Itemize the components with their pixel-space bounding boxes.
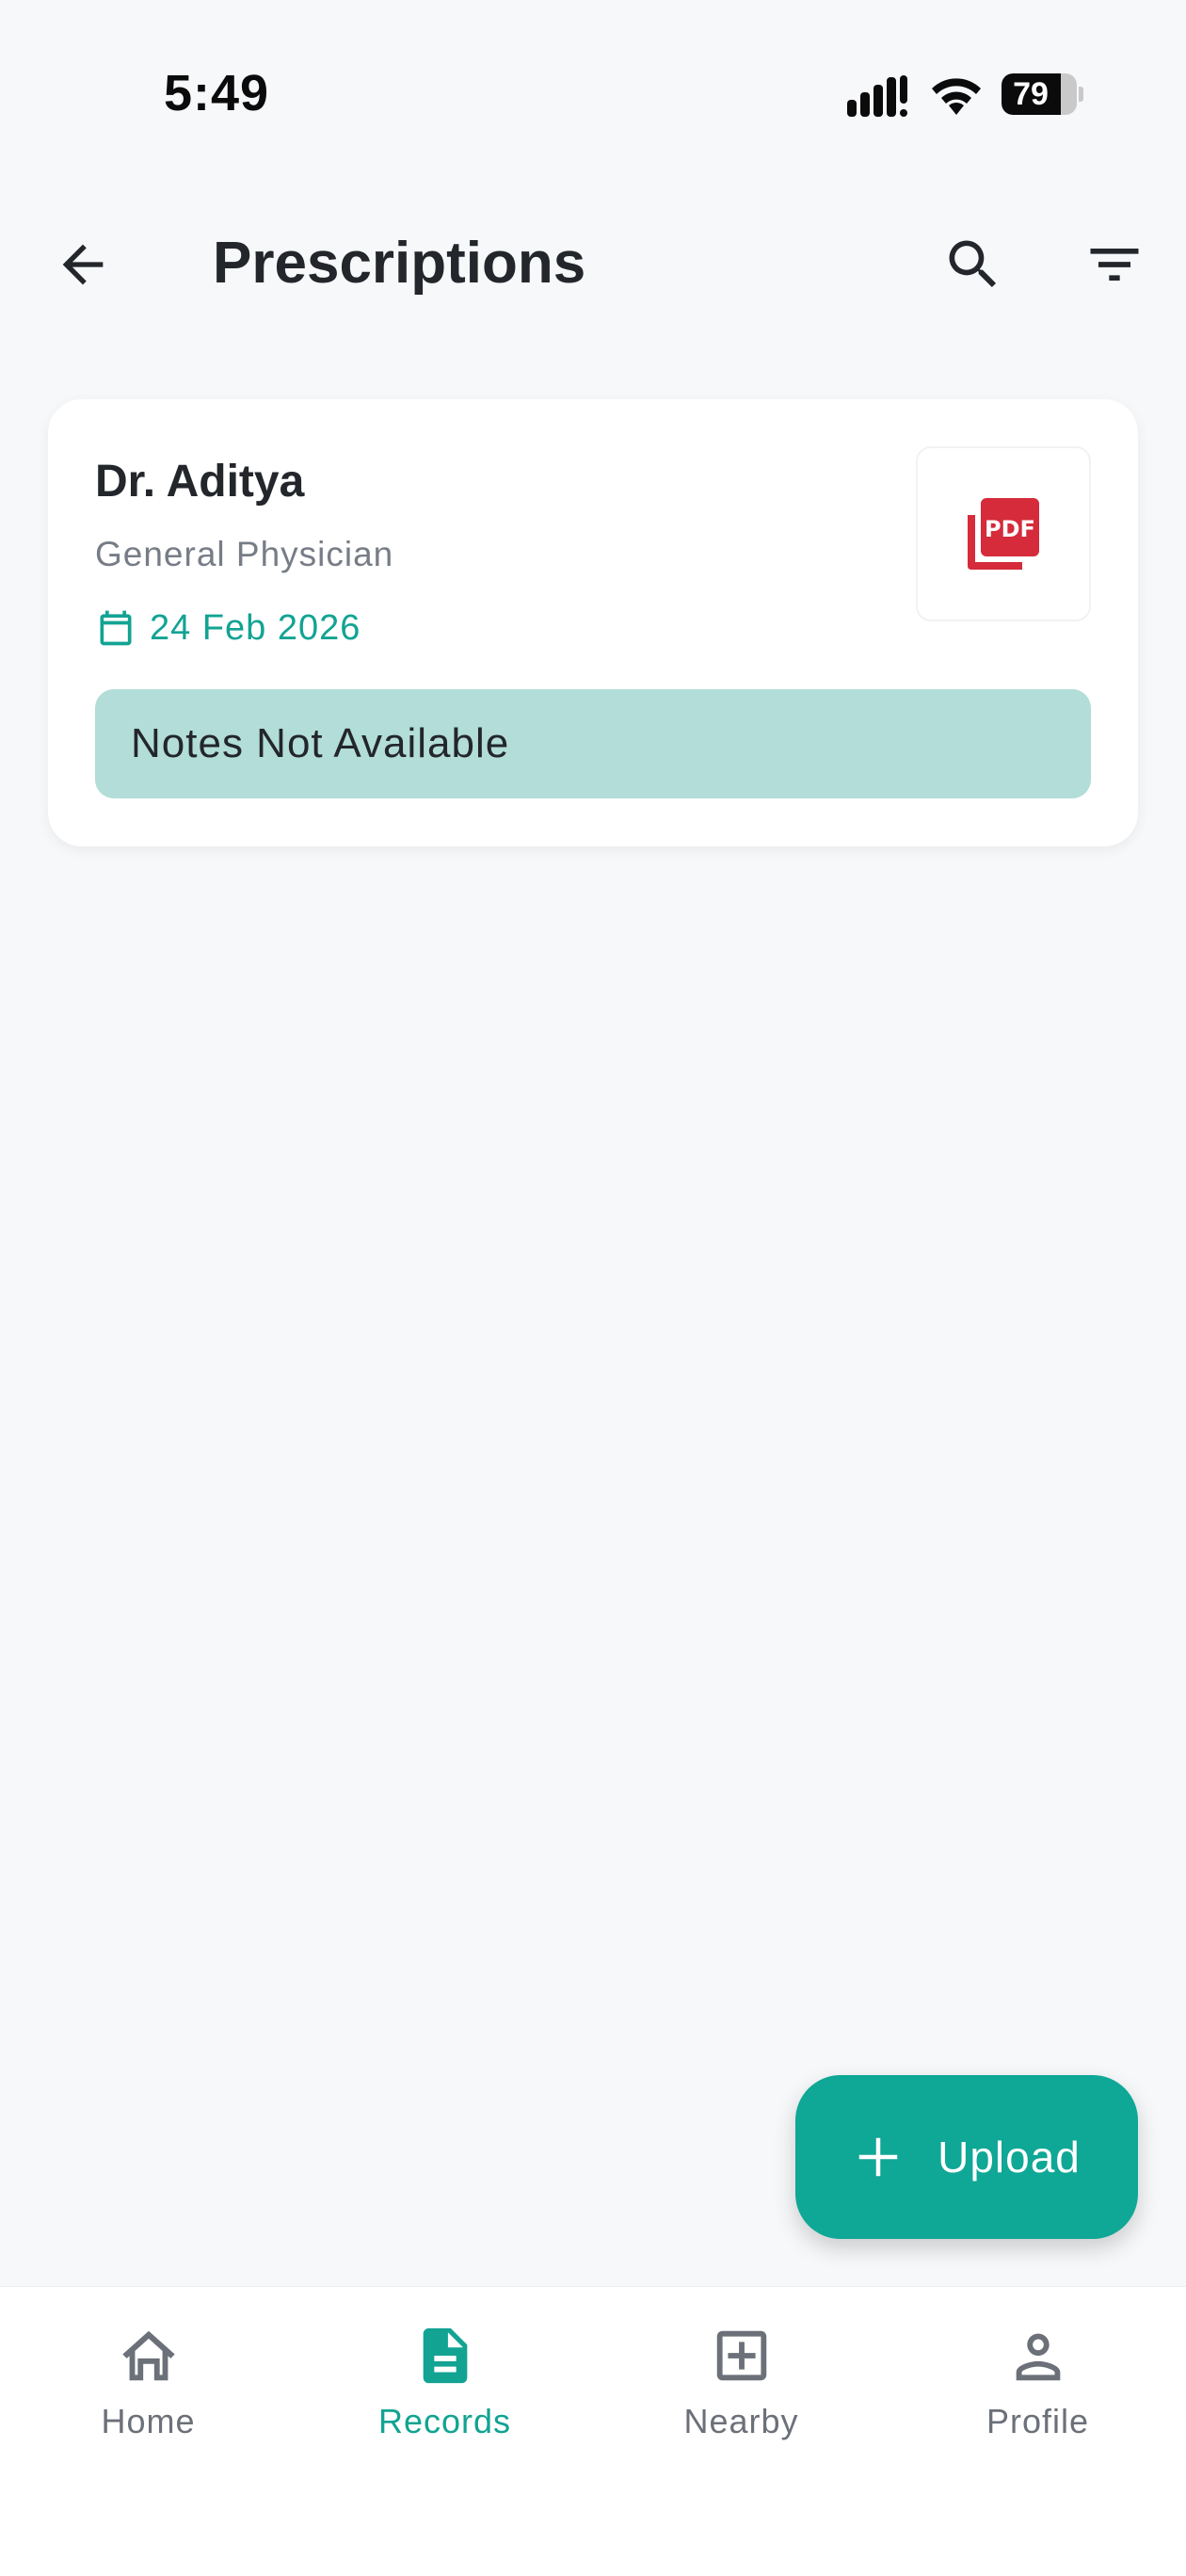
upload-button[interactable]: Upload (795, 2075, 1138, 2239)
prescription-date: 24 Feb 2026 (95, 604, 361, 652)
plus-icon (858, 2137, 898, 2177)
nav-item-home[interactable]: Home (0, 2287, 296, 2475)
date-text: 24 Feb 2026 (150, 607, 361, 648)
status-time: 5:49 (164, 65, 270, 121)
nav-label-home: Home (101, 2402, 196, 2440)
nav-label-profile: Profile (986, 2402, 1090, 2440)
pdf-icon: PDF (968, 498, 1039, 570)
pdf-attachment[interactable]: PDF (916, 446, 1091, 621)
wifi-icon (932, 78, 981, 115)
nav-item-nearby[interactable]: Nearby (593, 2287, 890, 2475)
search-button[interactable] (926, 217, 1020, 312)
signal-icon (847, 75, 907, 117)
doctor-name: Dr. Aditya (95, 457, 305, 507)
battery-icon: 79 (1002, 73, 1083, 115)
upload-label: Upload (938, 2133, 1081, 2182)
calendar-icon (100, 610, 132, 646)
back-button[interactable] (36, 217, 130, 312)
nav-label-records: Records (377, 2402, 512, 2440)
filter-icon (1090, 249, 1139, 281)
battery-level: 79 (1013, 76, 1049, 112)
document-icon (423, 2327, 467, 2384)
medical-plus-icon (716, 2330, 766, 2381)
prescription-card[interactable]: Dr. Aditya General Physician 24 Feb 2026… (48, 399, 1138, 846)
nav-item-profile[interactable]: Profile (890, 2287, 1186, 2475)
doctor-specialty: General Physician (95, 535, 394, 573)
search-icon (949, 240, 997, 288)
back-arrow-icon (62, 244, 104, 285)
filter-button[interactable] (1067, 217, 1162, 312)
page-title: Prescriptions (213, 231, 586, 296)
status-bar: 5:49 79 (0, 0, 1186, 188)
bottom-nav: Home Records Nearby Profile (0, 2286, 1186, 2576)
home-icon (121, 2330, 175, 2381)
notes-text: Notes Not Available (131, 720, 510, 766)
svg-text:PDF: PDF (985, 516, 1035, 542)
nav-label-nearby: Nearby (683, 2402, 799, 2440)
nav-item-records[interactable]: Records (296, 2287, 593, 2475)
person-icon (1016, 2333, 1060, 2381)
notes-banner: Notes Not Available (95, 689, 1091, 798)
